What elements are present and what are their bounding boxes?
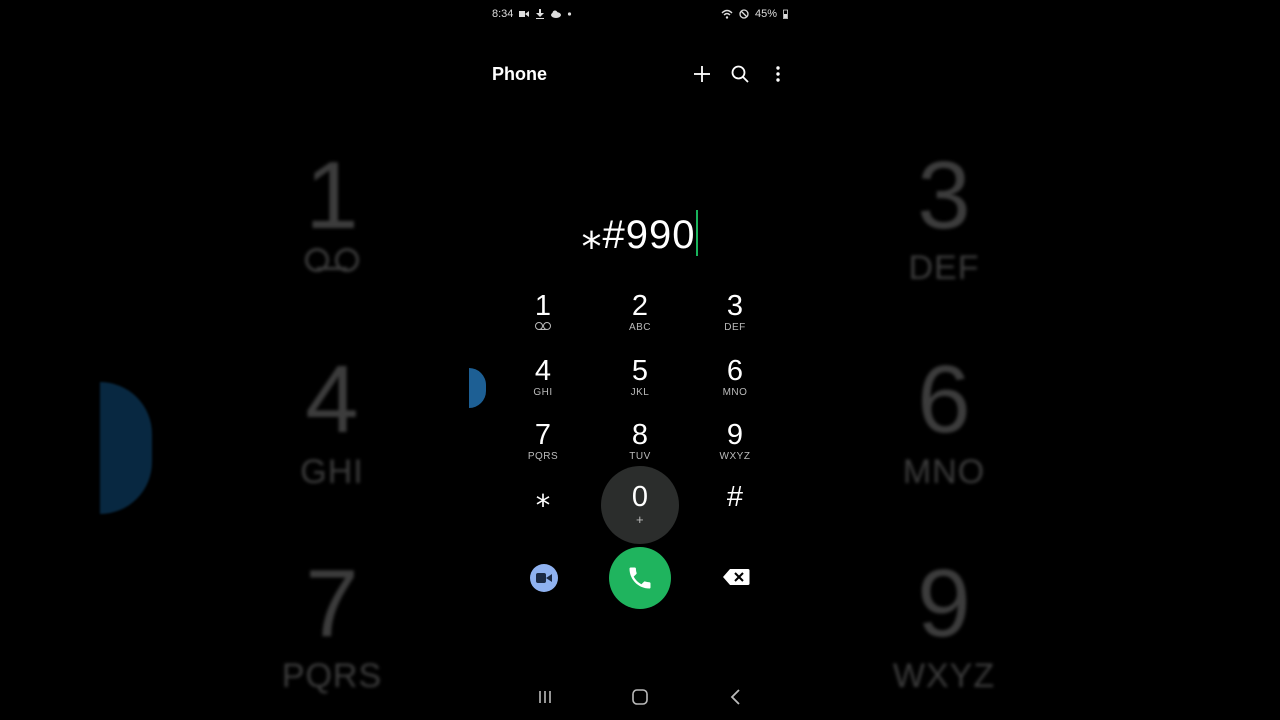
more-vert-icon (776, 66, 780, 82)
app-bar: Phone (492, 58, 788, 90)
background-key-7: 7 PQRS (281, 550, 383, 695)
key-1[interactable]: 1 (503, 290, 583, 334)
background-key-1: 1 (282, 148, 382, 275)
key-4[interactable]: 4 GHI (503, 355, 583, 399)
home-button[interactable] (627, 684, 653, 710)
key-5[interactable]: 5 JKL (600, 355, 680, 399)
app-bar-actions (692, 64, 788, 84)
key-3[interactable]: 3 DEF (695, 290, 775, 334)
status-time: 8:34 (492, 8, 514, 20)
battery-percent: 45% (754, 8, 777, 20)
background-key-3: 3 DEF (908, 142, 980, 287)
video-camera-icon (536, 573, 552, 583)
dialed-number-text: ⁎#990 (581, 213, 696, 257)
key-0[interactable]: 0 + (601, 466, 679, 544)
add-contact-button[interactable] (692, 64, 712, 84)
back-icon (730, 689, 740, 705)
phone-handset-icon (629, 567, 651, 589)
background-key-4: 4 GHI (300, 346, 364, 491)
recent-apps-icon (539, 691, 551, 703)
backspace-icon (723, 569, 750, 585)
key-9[interactable]: 9 WXYZ (695, 419, 775, 463)
key-8[interactable]: 8 TUV (600, 419, 680, 463)
back-button[interactable] (723, 684, 749, 710)
dialed-number-field[interactable]: ⁎#990 (470, 210, 810, 258)
download-icon (536, 9, 545, 19)
key-7[interactable]: 7 PQRS (503, 419, 583, 463)
text-cursor (696, 210, 699, 256)
background-voicemail-icon (282, 244, 382, 275)
wifi-icon (721, 9, 733, 19)
notification-dot-icon (568, 12, 572, 16)
plus-icon (694, 66, 710, 82)
background-key-6: 6 MNO (902, 346, 986, 491)
more-options-button[interactable] (768, 64, 788, 84)
key-star[interactable]: ⁎ (503, 481, 583, 513)
backspace-button[interactable] (721, 566, 751, 588)
key-2[interactable]: 2 ABC (600, 290, 680, 334)
status-right: 45% (721, 8, 788, 20)
key-hash[interactable]: # (695, 481, 775, 513)
key-6[interactable]: 6 MNO (695, 355, 775, 399)
page-title: Phone (492, 63, 548, 84)
voicemail-icon (503, 322, 583, 334)
background-video-button-blur (100, 382, 152, 514)
status-left: 8:34 (492, 8, 572, 20)
search-icon (731, 65, 749, 83)
background-key-9: 9 WXYZ (892, 550, 996, 695)
video-call-button[interactable] (530, 564, 558, 592)
phone-screen: 8:34 45% Phone ⁎#990 1 2 ABC 3 DEF 4 GHI… (470, 0, 810, 720)
do-not-disturb-icon (739, 9, 749, 19)
status-bar: 8:34 45% (492, 6, 788, 22)
screen: 1 3 DEF 4 GHI 6 MNO 7 PQRS 9 WXYZ 8:34 4… (0, 0, 1280, 720)
battery-icon (783, 9, 788, 19)
home-icon (632, 689, 648, 705)
recent-apps-button[interactable] (532, 684, 558, 710)
search-button[interactable] (730, 64, 750, 84)
system-nav-bar (470, 684, 810, 710)
cloud-icon (551, 10, 562, 18)
video-record-icon (519, 11, 530, 17)
call-button[interactable] (609, 547, 671, 609)
